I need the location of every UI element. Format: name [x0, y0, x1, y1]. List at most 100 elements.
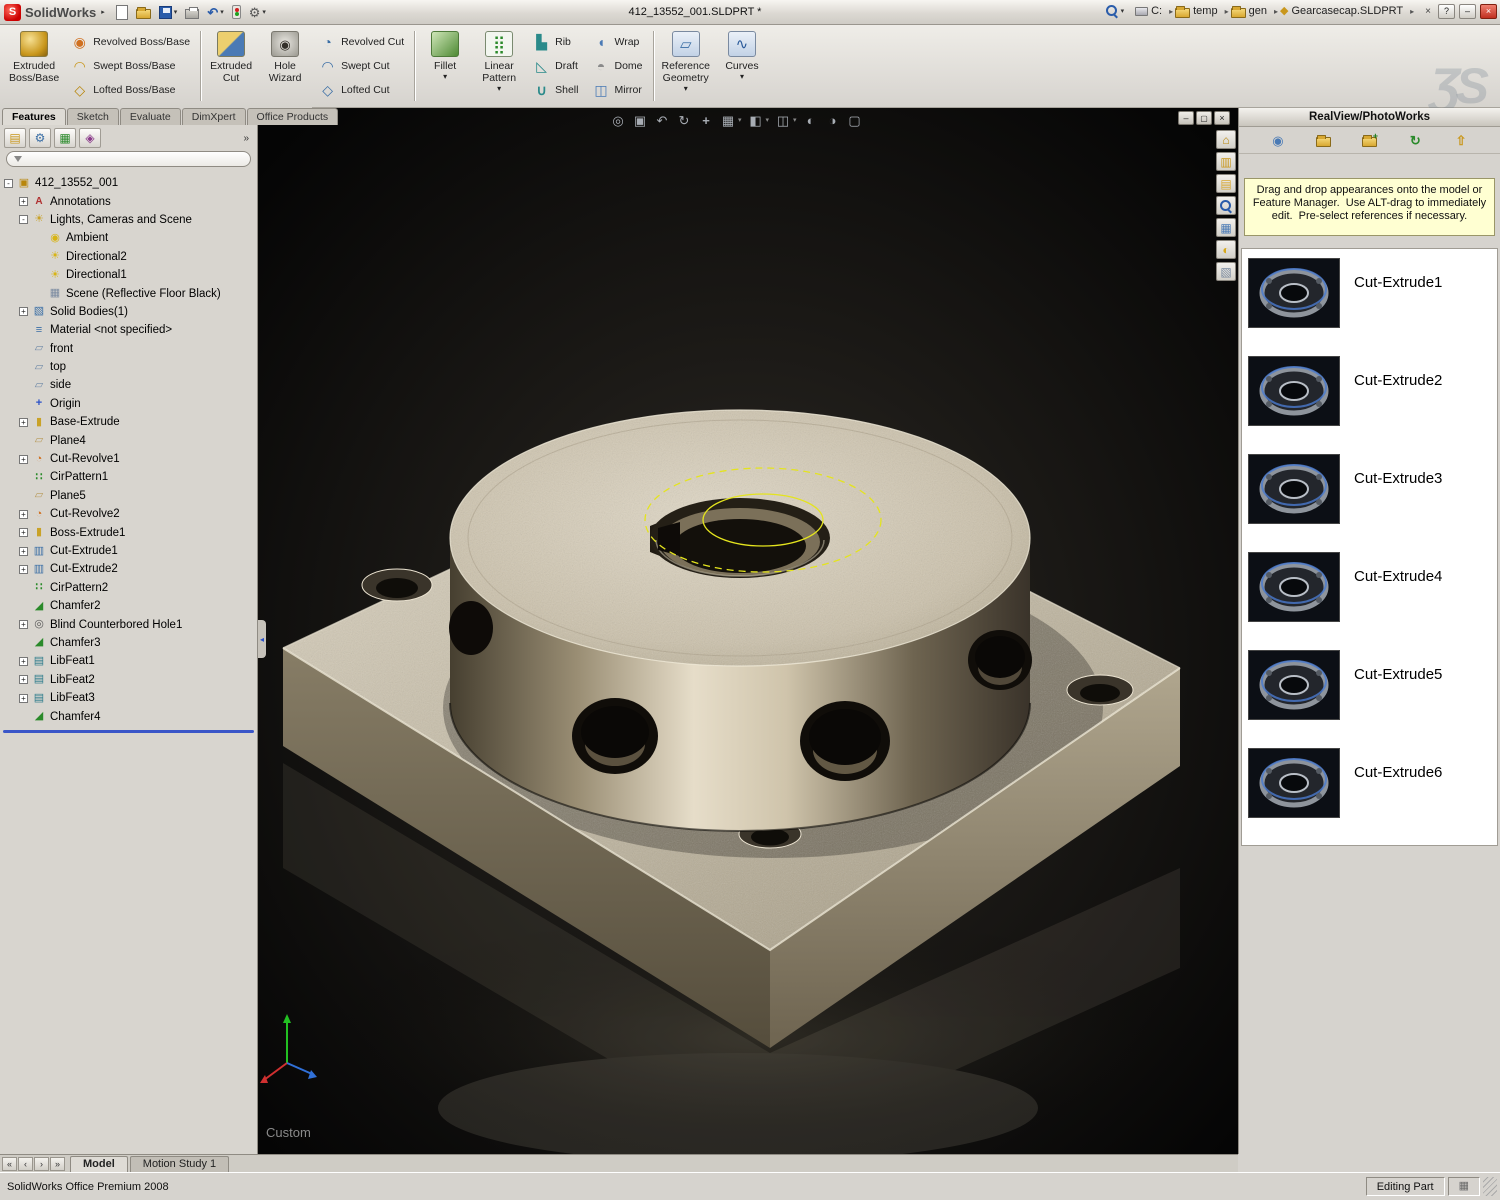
display-style-icon[interactable]: ▾ [748, 112, 770, 128]
tree-item[interactable]: + Boss-Extrude1 [2, 523, 257, 541]
breadcrumb-item[interactable]: Gearcasecap.SLDPRT [1280, 5, 1414, 17]
rib-button[interactable]: Rib [529, 31, 582, 54]
tree-item[interactable]: + Solid Bodies(1) [2, 303, 257, 321]
appearance-list-item[interactable]: Cut-Extrude4 [1242, 547, 1497, 645]
featuremanager-tab-icon[interactable] [4, 128, 26, 148]
breadcrumb-close-button[interactable]: × [1422, 6, 1434, 17]
tree-expander[interactable]: + [19, 417, 28, 427]
tree-item[interactable]: Plane5 [2, 487, 257, 505]
swept-boss-base-button[interactable]: Swept Boss/Base [67, 55, 194, 78]
tree-item[interactable]: + Blind Counterbored Hole1 [2, 615, 257, 633]
breadcrumb-item[interactable]: temp [1175, 5, 1228, 18]
next-tab-icon[interactable] [34, 1156, 49, 1171]
appearance-thumbnail[interactable] [1248, 552, 1340, 622]
appearances-icon[interactable] [1216, 240, 1236, 259]
tree-item[interactable]: + LibFeat2 [2, 671, 257, 689]
tree-item[interactable]: Ambient [2, 229, 257, 247]
commandmanager-tab[interactable]: Features [2, 108, 66, 125]
fillet-button[interactable]: Fillet ▾ [418, 27, 472, 105]
undo-icon[interactable]: ▾ [204, 4, 226, 21]
tree-item[interactable]: Scene (Reflective Floor Black) [2, 284, 257, 302]
appearance-list-item[interactable]: Cut-Extrude3 [1242, 449, 1497, 547]
tree-item[interactable]: Material <not specified> [2, 321, 257, 339]
tree-item[interactable]: Directional1 [2, 266, 257, 284]
revolved-boss-base-button[interactable]: Revolved Boss/Base [67, 31, 194, 54]
featuremanager-collapse-arrow[interactable] [258, 620, 266, 658]
tree-expander[interactable] [19, 344, 28, 353]
tree-expander[interactable] [35, 234, 44, 243]
appearance-list-item[interactable]: Cut-Extrude6 [1242, 743, 1497, 841]
mirror-button[interactable]: Mirror [588, 79, 646, 102]
file-explorer-icon[interactable] [1216, 174, 1236, 193]
search-icon[interactable] [1216, 196, 1236, 215]
close-button[interactable]: × [1480, 3, 1497, 19]
appearance-thumbnail[interactable] [1248, 356, 1340, 426]
extruded-boss-base-button[interactable]: Extruded Boss/Base [4, 27, 64, 105]
tree-item[interactable]: top [2, 358, 257, 376]
print-icon[interactable] [182, 4, 202, 21]
tree-expander[interactable]: + [19, 564, 28, 574]
reference-geometry-button[interactable]: Reference Geometry ▾ [657, 27, 715, 105]
tree-expander[interactable]: + [19, 197, 28, 207]
design-library-icon[interactable] [1216, 152, 1236, 171]
commandmanager-tab[interactable]: Office Products [246, 108, 339, 125]
tree-expander[interactable]: - [19, 215, 28, 225]
new-document-icon[interactable] [113, 3, 131, 22]
zoom-fit-icon[interactable] [610, 112, 626, 128]
tree-item[interactable]: CirPattern2 [2, 579, 257, 597]
tree-item[interactable]: + Cut-Revolve1 [2, 450, 257, 468]
wrap-button[interactable]: Wrap [588, 31, 646, 54]
rollback-bar[interactable] [3, 729, 254, 733]
tree-item[interactable]: Origin [2, 395, 257, 413]
camera-icon[interactable] [847, 112, 863, 128]
tree-expander[interactable]: + [19, 454, 28, 464]
tree-expander[interactable]: + [19, 546, 28, 556]
appearance-thumbnail[interactable] [1248, 258, 1340, 328]
tree-item[interactable]: + Cut-Extrude1 [2, 542, 257, 560]
commandmanager-tab[interactable]: Sketch [66, 108, 119, 125]
tree-expander[interactable]: + [19, 528, 28, 538]
tree-item[interactable]: CirPattern1 [2, 468, 257, 486]
save-icon[interactable]: ▾ [156, 4, 181, 21]
tree-expander[interactable] [35, 289, 44, 298]
appearance-list-item[interactable]: Cut-Extrude2 [1242, 351, 1497, 449]
prev-tab-icon[interactable] [18, 1156, 33, 1171]
appearance-thumbnail[interactable] [1248, 454, 1340, 524]
tree-expander[interactable] [19, 712, 28, 721]
tree-expander[interactable]: + [19, 307, 28, 317]
tree-expander[interactable]: + [19, 693, 28, 703]
tree-expander[interactable] [19, 491, 28, 500]
document-tab[interactable]: Model [70, 1155, 128, 1172]
apply-icon[interactable] [1451, 131, 1471, 150]
hole-wizard-button[interactable]: Hole Wizard [258, 27, 312, 105]
feature-tree-filter-input[interactable] [27, 153, 243, 165]
tree-item[interactable]: + Annotations [2, 192, 257, 210]
manager-tabs-overflow[interactable]: » [239, 133, 253, 144]
last-tab-icon[interactable] [50, 1156, 65, 1171]
tree-expander[interactable] [35, 252, 44, 261]
revolved-cut-button[interactable]: Revolved Cut [315, 31, 408, 54]
options-icon[interactable]: ▾ [246, 4, 269, 21]
appearance-list-item[interactable]: Cut-Extrude5 [1242, 645, 1497, 743]
commandmanager-tab[interactable]: Evaluate [119, 108, 181, 125]
minimize-icon[interactable] [1178, 111, 1194, 125]
tree-item[interactable]: side [2, 376, 257, 394]
tree-expander[interactable]: + [19, 656, 28, 666]
menu-expand-caret[interactable]: ▸ [101, 8, 105, 16]
tree-expander[interactable] [35, 271, 44, 280]
zoom-area-icon[interactable] [632, 112, 648, 128]
tree-item[interactable]: + Cut-Extrude2 [2, 560, 257, 578]
commandmanager-tab[interactable]: DimXpert [181, 108, 246, 125]
help-button[interactable]: ? [1438, 3, 1455, 19]
tree-item[interactable]: Plane4 [2, 431, 257, 449]
tree-expander[interactable] [19, 381, 28, 390]
tree-item[interactable]: front [2, 340, 257, 358]
restore-icon[interactable] [1196, 111, 1212, 125]
search-button[interactable]: ▾ [1102, 2, 1128, 20]
previous-view-icon[interactable] [654, 112, 670, 128]
breadcrumb-item[interactable]: gen [1230, 5, 1278, 18]
tree-item[interactable]: + LibFeat1 [2, 652, 257, 670]
rebuild-icon[interactable] [229, 3, 244, 21]
tree-item[interactable]: + Cut-Revolve2 [2, 505, 257, 523]
shell-button[interactable]: Shell [529, 79, 582, 102]
